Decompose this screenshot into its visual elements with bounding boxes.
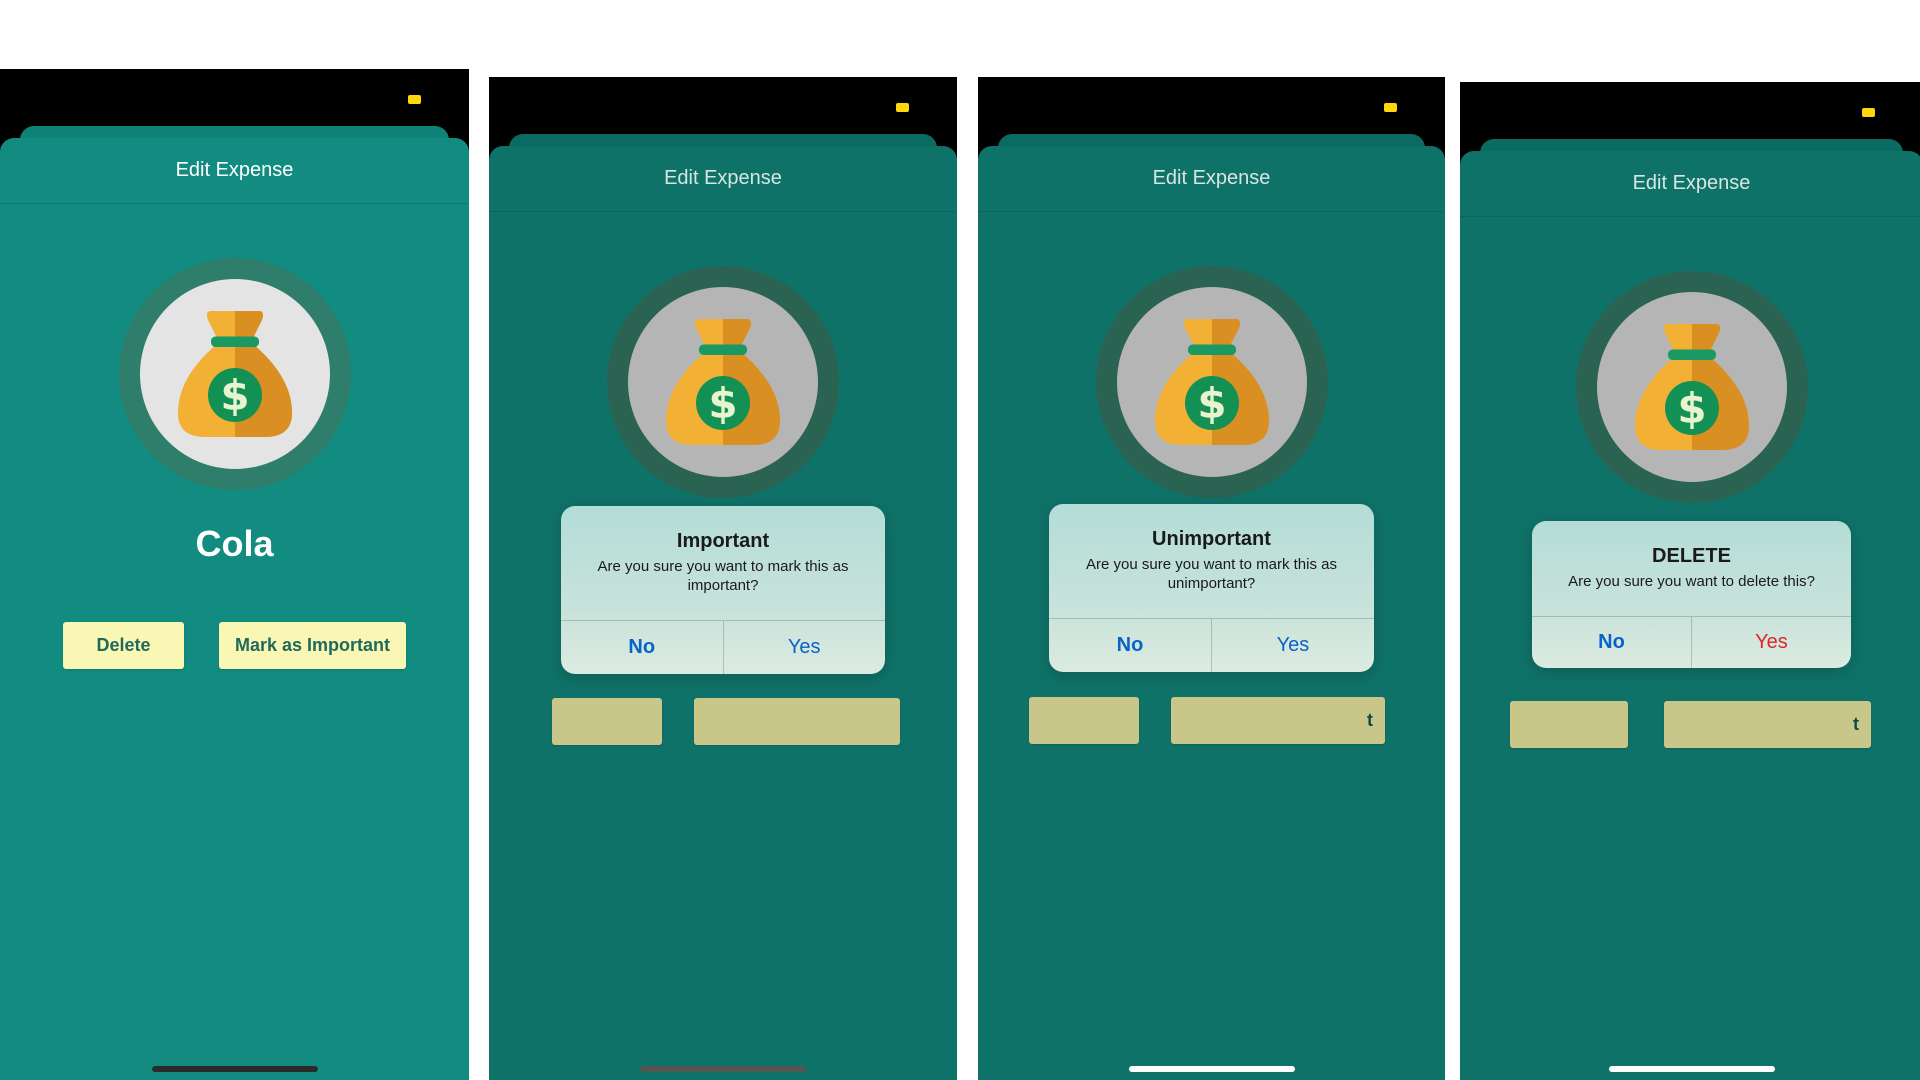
edit-expense-sheet: Edit Expense Cola Delete Mark as Importa… [0,138,469,1080]
money-bag-icon [1617,312,1767,462]
mark-important-button [694,698,900,745]
alert-no-button[interactable]: No [1532,617,1691,668]
alert-actions: No Yes [1532,616,1851,668]
avatar [118,258,351,490]
home-indicator [640,1066,806,1072]
alert-no-button[interactable]: No [1049,619,1211,672]
home-indicator [151,1066,318,1072]
mark-important-button: t [1664,701,1871,748]
phone-screen-edit-expense: Edit Expense Cola Delete Mark as Importa… [0,69,469,1080]
status-indicator [1862,108,1875,117]
phone-screen-unimportant-alert: Edit Expense t Unimportant Are you sure … [978,77,1445,1080]
home-indicator [1128,1066,1295,1072]
alert-title: Unimportant [1152,528,1271,550]
avatar [1095,266,1328,498]
alert-actions: No Yes [561,620,885,674]
nav-title: Edit Expense [0,138,469,204]
money-bag-icon [1137,307,1287,457]
alert-no-button[interactable]: No [561,621,723,674]
avatar [607,266,839,498]
phone-screen-important-alert: Edit Expense Important Are you sure you … [489,77,957,1080]
status-indicator [896,103,909,112]
confirm-important-alert: Important Are you sure you want to mark … [561,506,885,674]
mark-unimportant-button: t [1171,697,1385,744]
button-label-fragment: t [1853,714,1859,734]
home-indicator [1608,1066,1775,1072]
confirm-delete-alert: DELETE Are you sure you want to delete t… [1532,521,1851,668]
nav-title: Edit Expense [978,146,1445,212]
button-label-fragment: t [1367,710,1373,730]
avatar [1575,271,1808,503]
alert-title: Important [676,530,770,552]
alert-yes-button[interactable]: Yes [1211,619,1374,672]
confirm-unimportant-alert: Unimportant Are you sure you want to mar… [1049,504,1374,672]
delete-button[interactable]: Delete [63,622,184,669]
phone-screen-delete-alert: Edit Expense t DELETE Are you sure you w… [1460,82,1920,1080]
alert-yes-button[interactable]: Yes [722,621,886,674]
nav-title: Edit Expense [1460,151,1920,217]
nav-title: Edit Expense [489,146,957,212]
delete-button [1510,701,1628,748]
alert-message: Are you sure you want to mark this as im… [597,558,849,594]
money-bag-icon [160,299,310,449]
money-bag-icon [648,307,798,457]
expense-name: Cola [195,523,274,564]
alert-message: Are you sure you want to delete this? [1568,573,1815,590]
status-indicator [408,95,421,104]
status-indicator [1384,103,1397,112]
alert-message: Are you sure you want to mark this as un… [1086,556,1337,592]
mark-important-button[interactable]: Mark as Important [219,622,406,669]
alert-actions: No Yes [1049,618,1374,672]
alert-title: DELETE [1652,545,1731,567]
screenshot-stage: Edit Expense Cola Delete Mark as Importa… [0,0,1920,1080]
delete-button [1029,697,1139,744]
delete-button [552,698,662,745]
alert-yes-delete-button[interactable]: Yes [1691,617,1851,668]
